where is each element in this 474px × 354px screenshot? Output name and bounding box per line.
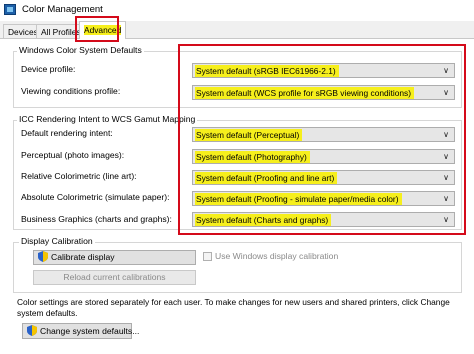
uac-shield-icon — [27, 325, 37, 336]
icc-mapping-group-label: ICC Rendering Intent to WCS Gamut Mappin… — [17, 114, 198, 125]
viewing-conditions-label: Viewing conditions profile: — [21, 86, 121, 96]
calibrate-display-button[interactable]: Calibrate display — [33, 250, 196, 265]
device-profile-label: Device profile: — [21, 64, 76, 74]
use-windows-calibration-checkbox[interactable] — [203, 252, 212, 261]
color-management-app-icon — [4, 4, 16, 15]
uac-shield-icon — [38, 251, 48, 262]
calibrate-display-label: Calibrate display — [51, 252, 115, 262]
footer-note: Color settings are stored separately for… — [17, 297, 450, 318]
relative-colorimetric-label: Relative Colorimetric (line art): — [21, 171, 137, 181]
reload-calibrations-button[interactable]: Reload current calibrations — [33, 270, 196, 285]
absolute-colorimetric-label: Absolute Colorimetric (simulate paper): — [21, 192, 170, 202]
default-rendering-intent-label: Default rendering intent: — [21, 128, 113, 138]
annotation-red-box-tab — [75, 16, 119, 42]
perceptual-label: Perceptual (photo images): — [21, 150, 125, 160]
business-graphics-label: Business Graphics (charts and graphs): — [21, 214, 172, 224]
annotation-red-box-dropdowns — [178, 44, 466, 235]
change-system-defaults-button[interactable]: Change system defaults... — [22, 323, 139, 339]
use-windows-calibration-label: Use Windows display calibration — [215, 251, 339, 261]
change-system-defaults-label: Change system defaults... — [40, 326, 140, 336]
window-title: Color Management — [22, 4, 103, 15]
display-calibration-group-label: Display Calibration — [19, 236, 95, 247]
wcs-defaults-group-label: Windows Color System Defaults — [17, 45, 144, 56]
